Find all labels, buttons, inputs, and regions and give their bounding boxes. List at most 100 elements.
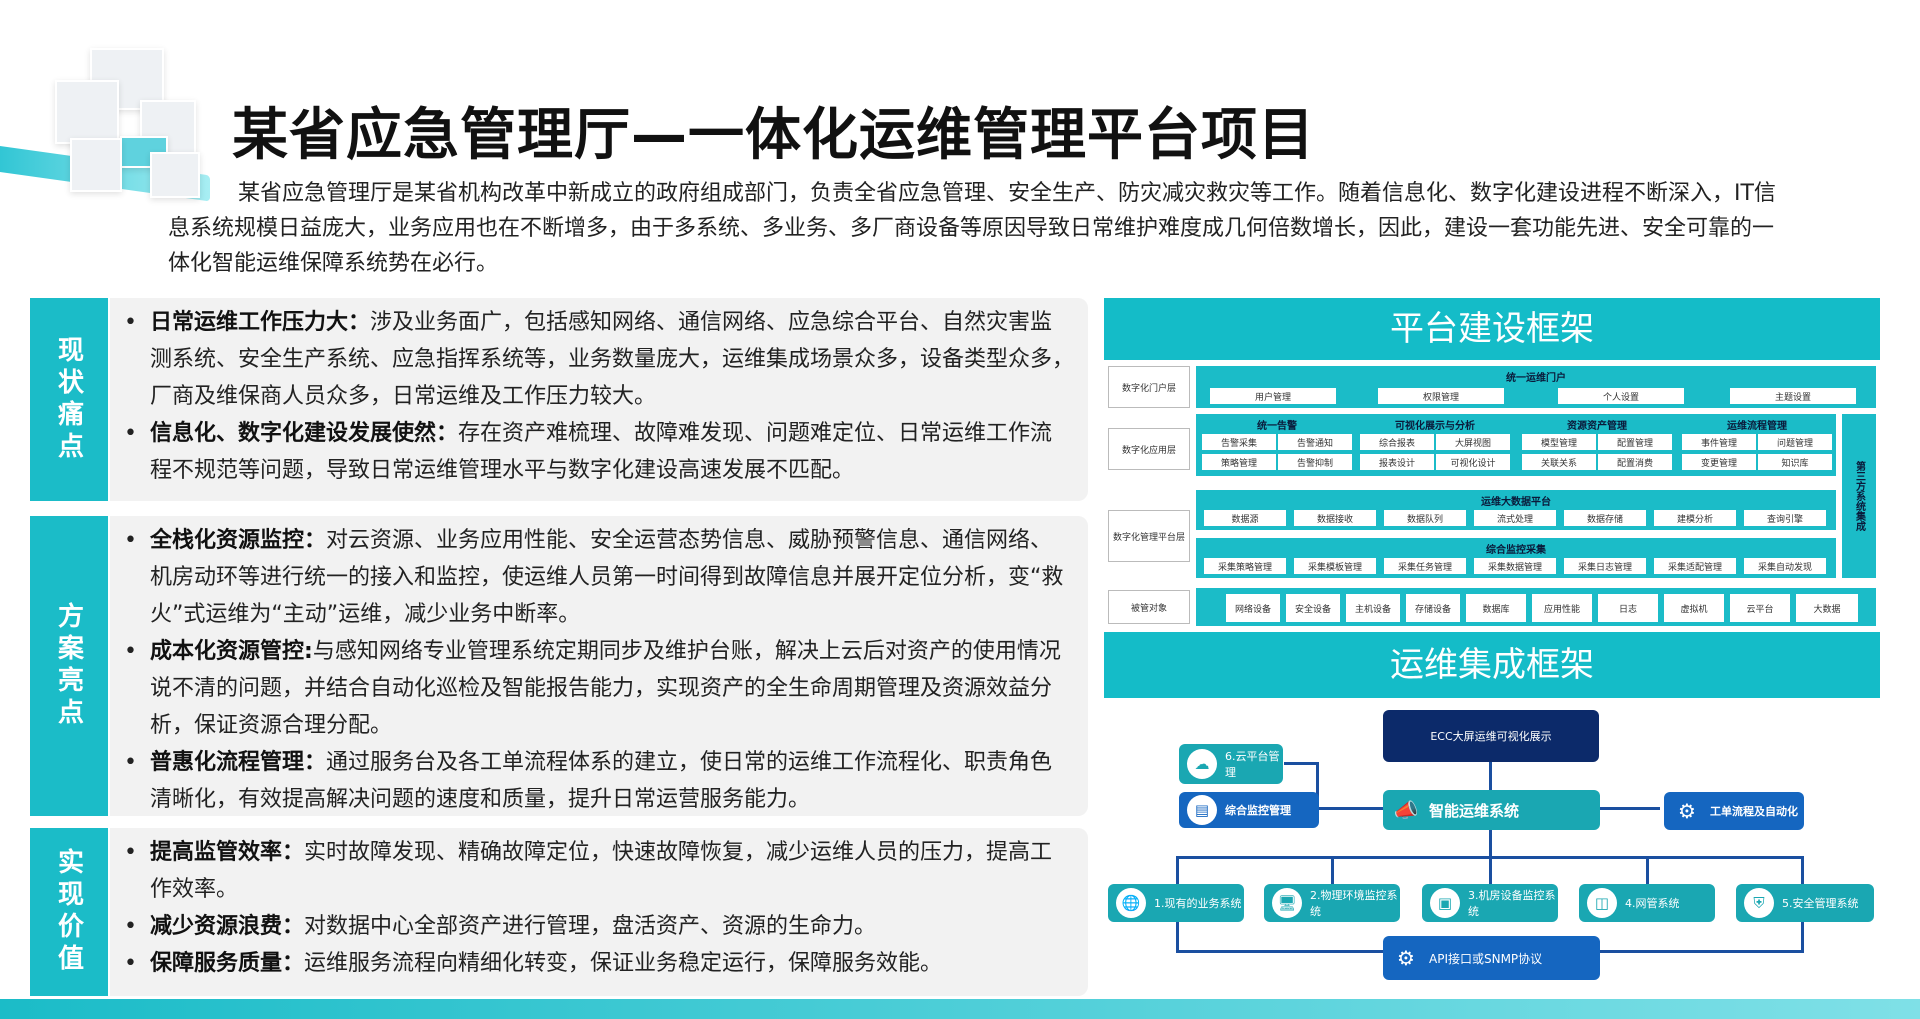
objects-band: 网络设备 安全设备 主机设备 存储设备 数据库 应用性能 日志 虚拟机 云平台 … <box>1196 588 1876 626</box>
connector-line <box>1600 807 1660 810</box>
core-aiops-node: 📣 智能运维系统 <box>1383 790 1600 830</box>
connector-line <box>1489 762 1492 792</box>
layer-label: 数字化门户层 <box>1108 366 1190 408</box>
object-item: 大数据 <box>1796 594 1858 622</box>
monitor-item: 采集策略管理 <box>1204 558 1286 574</box>
app-group-title: 运维流程管理 <box>1727 421 1787 432</box>
section-content: 全栈化资源监控：对云资源、业务应用性能、安全运营态势信息、威胁预警信息、通信网络… <box>110 516 1088 816</box>
bigdata-item: 查询引擎 <box>1744 510 1826 526</box>
intro-paragraph: 某省应急管理厅是某省机构改革中新成立的政府组成部门，负责全省应急管理、安全生产、… <box>168 176 1788 281</box>
globe-icon: 🌐 <box>1116 888 1146 918</box>
monitor-item: 采集适配管理 <box>1654 558 1736 574</box>
app-item: 报表设计 <box>1360 454 1434 470</box>
workflow-label: 工单流程及自动化 <box>1710 805 1798 818</box>
section-pain-points: 现状痛点 日常运维工作压力大：涉及业务面广，包括感知网络、通信网络、应急综合平台… <box>30 298 1088 501</box>
bigdata-title: 运维大数据平台 <box>1481 497 1551 508</box>
ecc-label: ECC大屏运维可视化展示 <box>1430 730 1552 743</box>
object-item: 云平台 <box>1730 594 1790 622</box>
app-item: 变更管理 <box>1682 454 1756 470</box>
section-tag: 现状痛点 <box>30 298 108 501</box>
object-item: 主机设备 <box>1346 594 1400 622</box>
system-node: ▣ 3.机房设备监控系统 <box>1422 884 1558 922</box>
app-item: 可视化设计 <box>1436 454 1510 470</box>
api-label: API接口或SNMP协议 <box>1429 951 1543 966</box>
connector-line <box>1176 856 1179 884</box>
bottom-accent-bar <box>0 999 1920 1019</box>
system-node: 🖥 2.物理环境监控系统 <box>1264 884 1400 922</box>
monitor-management-node: ▤ 综合监控管理 <box>1179 792 1319 828</box>
app-group-title: 资源资产管理 <box>1567 421 1627 432</box>
object-item: 存储设备 <box>1406 594 1460 622</box>
cloud-label: 6.云平台管理 <box>1225 750 1280 779</box>
connector-line <box>1801 856 1804 884</box>
settings-cog-icon: ⚙ <box>1397 946 1415 970</box>
bigdata-item: 数据接收 <box>1294 510 1376 526</box>
integration-diagram: ECC大屏运维可视化展示 ☁ 6.云平台管理 ▤ 综合监控管理 📣 智能运维系统… <box>1104 700 1880 996</box>
portal-item: 个人设置 <box>1558 388 1684 404</box>
list-item: 保障服务质量：运维服务流程向精细化转变，保证业务稳定运行，保障服务效能。 <box>124 945 1074 982</box>
bigdata-item: 数据存储 <box>1564 510 1646 526</box>
system-node: 🌐 1.现有的业务系统 <box>1108 884 1244 922</box>
bigdata-item: 流式处理 <box>1474 510 1556 526</box>
monitor-title: 综合监控采集 <box>1486 545 1546 556</box>
section-tag: 方案亮点 <box>30 516 108 816</box>
list-item: 减少资源浪费：对数据中心全部资产进行管理，盘活资产、资源的生命力。 <box>124 908 1074 945</box>
object-item: 网络设备 <box>1226 594 1280 622</box>
section-highlights: 方案亮点 全栈化资源监控：对云资源、业务应用性能、安全运营态势信息、威胁预警信息… <box>30 516 1088 816</box>
connector-line <box>1489 830 1492 856</box>
ecc-display-node: ECC大屏运维可视化展示 <box>1383 710 1599 762</box>
connector-line <box>1284 762 1318 765</box>
app-item: 告警通知 <box>1278 434 1352 450</box>
connector-line <box>1176 922 1179 952</box>
dashboard-icon: ▤ <box>1187 795 1217 825</box>
app-item: 配置管理 <box>1598 434 1672 450</box>
app-group-title: 统一告警 <box>1257 421 1297 432</box>
app-item: 综合报表 <box>1360 434 1434 450</box>
cloud-management-node: ☁ 6.云平台管理 <box>1179 744 1283 784</box>
object-item: 安全设备 <box>1286 594 1340 622</box>
app-group-title: 可视化展示与分析 <box>1395 421 1475 432</box>
object-item: 应用性能 <box>1532 594 1592 622</box>
layer-label: 被管对象 <box>1108 590 1190 624</box>
gear-icon: ⚙ <box>1678 799 1696 823</box>
app-item: 策略管理 <box>1202 454 1276 470</box>
list-item: 全栈化资源监控：对云资源、业务应用性能、安全运营态势信息、威胁预警信息、通信网络… <box>124 522 1074 633</box>
portal-band: 统一运维门户 用户管理 权限管理 个人设置 主题设置 <box>1196 366 1876 408</box>
list-item: 信息化、数字化建设发展使然：存在资产难梳理、故障难发现、问题难定位、日常运维工作… <box>124 415 1074 489</box>
app-item: 模型管理 <box>1522 434 1596 450</box>
integration-title: 运维集成框架 <box>1104 632 1880 698</box>
bigdata-band: 运维大数据平台 数据源 数据接收 数据队列 流式处理 数据存储 建模分析 查询引… <box>1196 490 1836 530</box>
bigdata-item: 数据队列 <box>1384 510 1466 526</box>
monitor-band: 综合监控采集 采集策略管理 采集模板管理 采集任务管理 采集数据管理 采集日志管… <box>1196 538 1836 578</box>
api-snmp-node: ⚙ API接口或SNMP协议 <box>1383 936 1600 980</box>
bigdata-item: 建模分析 <box>1654 510 1736 526</box>
monitor-item: 采集数据管理 <box>1474 558 1556 574</box>
apps-band: 统一告警 告警采集 告警通知 策略管理 告警抑制 可视化展示与分析 综合报表 大… <box>1196 414 1836 476</box>
megaphone-icon: 📣 <box>1393 798 1419 822</box>
section-content: 日常运维工作压力大：涉及业务面广，包括感知网络、通信网络、应急综合平台、自然灾害… <box>110 298 1088 501</box>
app-item: 大屏视图 <box>1436 434 1510 450</box>
third-party-label: 第三方系统集成 <box>1853 461 1865 531</box>
object-item: 日志 <box>1598 594 1658 622</box>
connector-line <box>1646 856 1649 884</box>
system-node: ⛨ 5.安全管理系统 <box>1736 884 1874 922</box>
list-item: 提高监管效率：实时故障发现、精确故障定位，快速故障恢复，减少运维人员的压力，提高… <box>124 834 1074 908</box>
monitor-item: 采集任务管理 <box>1384 558 1466 574</box>
portal-item: 权限管理 <box>1378 388 1504 404</box>
layer-label: 数字化管理平台层 <box>1108 510 1190 562</box>
monitor-label: 综合监控管理 <box>1225 804 1291 817</box>
app-item: 事件管理 <box>1682 434 1756 450</box>
layer-label: 数字化应用层 <box>1108 428 1190 470</box>
connector-line <box>1489 856 1492 884</box>
core-label: 智能运维系统 <box>1429 801 1520 820</box>
list-item: 普惠化流程管理：通过服务台及各工单流程体系的建立，使日常的运维工作流程化、职责角… <box>124 744 1074 818</box>
page-title: 某省应急管理厅—一体化运维管理平台项目 <box>232 103 1315 168</box>
app-item: 告警采集 <box>1202 434 1276 450</box>
list-item: 成本化资源管控:与感知网络专业管理系统定期同步及维护台账，解决上云后对资产的使用… <box>124 633 1074 744</box>
connector-line <box>1801 922 1804 952</box>
monitor-item: 采集模板管理 <box>1294 558 1376 574</box>
bigdata-item: 数据源 <box>1204 510 1286 526</box>
cloud-icon: ☁ <box>1187 749 1217 779</box>
section-tag: 实现价值 <box>30 828 108 996</box>
system-node: ◫ 4.网管系统 <box>1579 884 1715 922</box>
